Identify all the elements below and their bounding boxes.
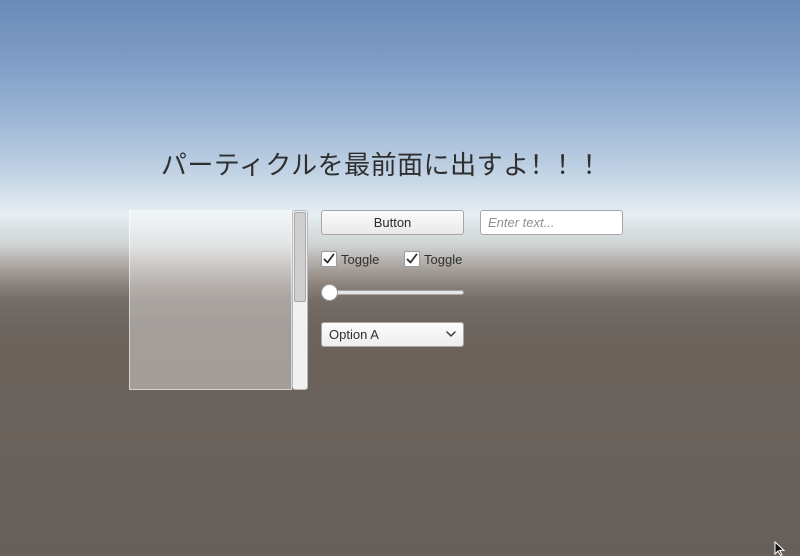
mouse-cursor-icon: [774, 541, 786, 556]
page-title: パーティクルを最前面に出すよ！！！: [160, 151, 610, 181]
check-icon: [406, 253, 418, 264]
toggle-1-checkbox[interactable]: [321, 251, 337, 267]
toggle-2-label: Toggle: [424, 251, 463, 267]
dropdown[interactable]: Option A: [321, 322, 464, 347]
scroll-view[interactable]: [129, 210, 292, 390]
dropdown-selected-label: Option A: [329, 327, 379, 342]
toggle-1-label: Toggle: [341, 251, 380, 267]
toggle-2-checkbox[interactable]: [404, 251, 420, 267]
text-input[interactable]: Enter text...: [480, 210, 623, 235]
scene-background: [0, 0, 800, 556]
slider-handle[interactable]: [321, 284, 338, 301]
slider-track[interactable]: [321, 290, 464, 295]
toggle-1[interactable]: Toggle: [321, 250, 379, 268]
vertical-scrollbar[interactable]: [292, 210, 308, 390]
scrollbar-handle[interactable]: [294, 212, 306, 302]
main-button[interactable]: Button: [321, 210, 464, 235]
toggle-2[interactable]: Toggle: [404, 250, 462, 268]
slider[interactable]: [321, 284, 464, 302]
chevron-down-icon: [446, 331, 456, 337]
check-icon: [323, 253, 335, 264]
